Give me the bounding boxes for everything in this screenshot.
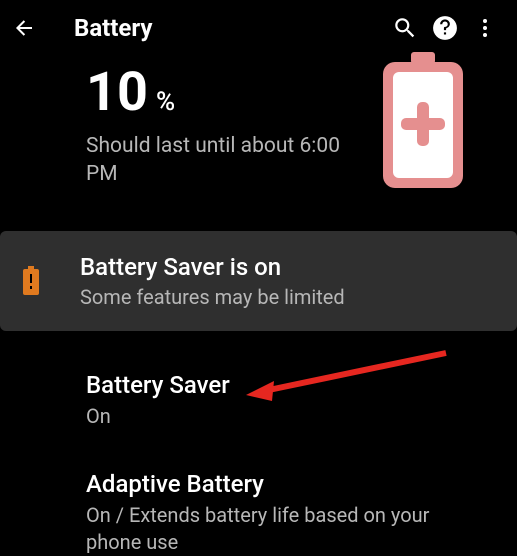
battery-plus-icon bbox=[379, 52, 467, 192]
banner-subtitle: Some features may be limited bbox=[80, 285, 345, 309]
battery-illustration bbox=[379, 52, 467, 196]
item-subtitle: On / Extends battery life based on your … bbox=[86, 502, 497, 556]
help-icon bbox=[432, 15, 458, 41]
item-title: Adaptive Battery bbox=[86, 470, 497, 498]
battery-percent-value: 10 bbox=[86, 66, 148, 120]
battery-estimate: Should last until about 6:00 PM bbox=[86, 132, 346, 189]
percent-sign: % bbox=[156, 87, 175, 117]
battery-summary: 10 % Should last until about 6:00 PM bbox=[0, 56, 517, 213]
item-title: Battery Saver bbox=[86, 371, 497, 399]
banner-title: Battery Saver is on bbox=[80, 253, 345, 281]
back-button[interactable] bbox=[12, 16, 36, 40]
adaptive-battery-item[interactable]: Adaptive Battery On / Extends battery li… bbox=[0, 450, 517, 556]
overflow-button[interactable] bbox=[465, 8, 505, 48]
search-button[interactable] bbox=[385, 8, 425, 48]
battery-saver-item[interactable]: Battery Saver On bbox=[0, 351, 517, 430]
search-icon bbox=[392, 15, 418, 41]
arrow-back-icon bbox=[12, 15, 36, 41]
item-subtitle: On bbox=[86, 403, 497, 430]
more-vert-icon bbox=[473, 16, 497, 40]
battery-saver-banner[interactable]: Battery Saver is on Some features may be… bbox=[0, 231, 517, 331]
app-header: Battery bbox=[0, 0, 517, 56]
battery-alert-icon bbox=[22, 266, 40, 296]
page-title: Battery bbox=[74, 14, 385, 42]
help-button[interactable] bbox=[425, 8, 465, 48]
